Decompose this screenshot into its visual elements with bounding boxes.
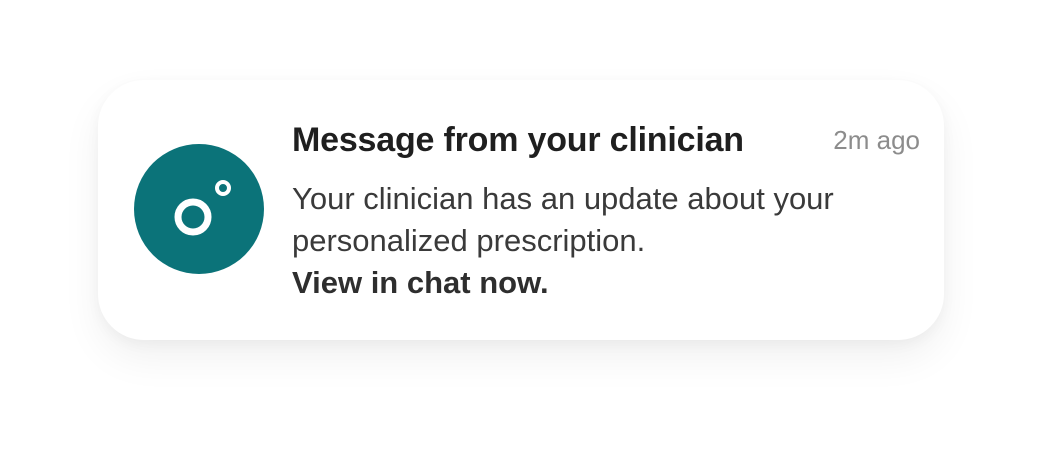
notification-card[interactable]: Message from your clinician 2m ago Your … [98,80,944,340]
notification-timestamp: 2m ago [833,125,920,155]
notification-body-line: personalized prescription. [292,223,646,258]
app-logo-icon [134,144,264,274]
view-in-chat-link[interactable]: View in chat now. [292,262,912,304]
notification-body: Your clinician has an update about your … [292,178,912,304]
notification-body-line: Your clinician has an update about your [292,181,834,216]
notification-stage: Message from your clinician 2m ago Your … [0,0,1061,476]
notification-title: Message from your clinician [292,121,744,159]
